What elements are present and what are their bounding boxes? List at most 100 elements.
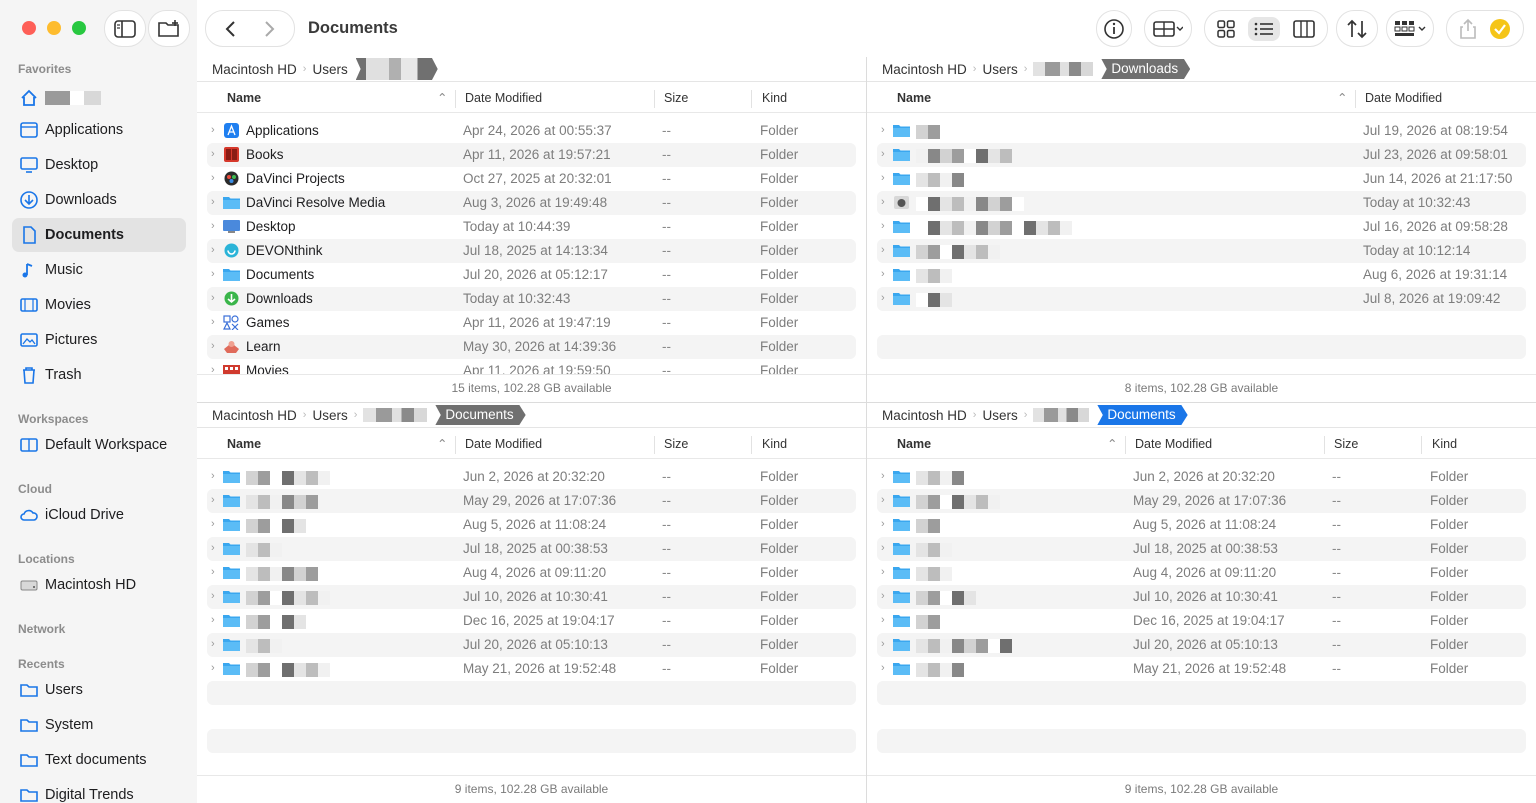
table-row[interactable]: › Learn May 30, 2026 at 14:39:36 -- Folder <box>207 335 856 359</box>
disclosure-chevron-icon[interactable]: › <box>211 292 215 304</box>
disclosure-chevron-icon[interactable]: › <box>881 124 885 136</box>
table-row[interactable]: › Desktop Today at 10:44:39 -- Folder <box>207 215 856 239</box>
sidebar-item-downloads[interactable]: Downloads <box>12 183 186 217</box>
sort-button[interactable] <box>1336 10 1378 47</box>
crumb-documents-active[interactable]: Documents <box>435 405 526 425</box>
disclosure-chevron-icon[interactable]: › <box>211 590 215 602</box>
new-folder-button[interactable] <box>148 10 190 47</box>
zoom-window-button[interactable] <box>72 21 86 35</box>
minimize-window-button[interactable] <box>47 21 61 35</box>
table-row[interactable]: › Today at 10:32:43 <box>877 191 1526 215</box>
disclosure-chevron-icon[interactable]: › <box>211 268 215 280</box>
disclosure-chevron-icon[interactable]: › <box>211 124 215 136</box>
disclosure-chevron-icon[interactable]: › <box>211 566 215 578</box>
toggle-sidebar-button[interactable] <box>104 10 146 47</box>
table-row[interactable]: › Jul 20, 2026 at 05:10:13 -- Folder <box>877 633 1526 657</box>
disclosure-chevron-icon[interactable]: › <box>881 662 885 674</box>
crumb-macintosh-hd[interactable]: Macintosh HD <box>212 62 297 77</box>
disclosure-chevron-icon[interactable]: › <box>881 542 885 554</box>
disclosure-chevron-icon[interactable]: › <box>211 244 215 256</box>
table-row[interactable]: › Jul 18, 2025 at 00:38:53 -- Folder <box>877 537 1526 561</box>
column-header-kind[interactable]: Kind <box>1432 437 1457 451</box>
disclosure-chevron-icon[interactable]: › <box>211 662 215 674</box>
sidebar-item-recent-digital-trends[interactable]: Digital Trends <box>12 778 186 803</box>
icon-view-icon[interactable] <box>1217 19 1236 38</box>
column-header-date[interactable]: Date Modified <box>1135 437 1212 451</box>
table-row[interactable]: › DEVONthink Jul 18, 2025 at 14:13:34 -- Fol… <box>207 239 856 263</box>
column-header-date[interactable]: Date Modified <box>1365 91 1442 105</box>
crumb-downloads-active[interactable]: Downloads <box>1101 59 1191 79</box>
disclosure-chevron-icon[interactable]: › <box>881 244 885 256</box>
disclosure-chevron-icon[interactable]: › <box>881 518 885 530</box>
sidebar-item-icloud-drive[interactable]: iCloud Drive <box>12 498 186 532</box>
column-header-size[interactable]: Size <box>664 91 688 105</box>
back-icon[interactable] <box>224 20 238 38</box>
table-row[interactable]: › Aug 5, 2026 at 11:08:24 -- Folder <box>207 513 856 537</box>
disclosure-chevron-icon[interactable]: › <box>211 220 215 232</box>
vertical-pane-divider[interactable] <box>866 57 867 803</box>
table-row[interactable]: › Jun 2, 2026 at 20:32:20 -- Folder <box>207 465 856 489</box>
verified-badge-icon[interactable] <box>1489 18 1511 40</box>
column-view-icon[interactable] <box>1292 19 1315 38</box>
crumb-macintosh-hd[interactable]: Macintosh HD <box>882 62 967 77</box>
table-row[interactable]: › Jul 23, 2026 at 09:58:01 <box>877 143 1526 167</box>
column-header-kind[interactable]: Kind <box>762 437 787 451</box>
layout-menu-button[interactable] <box>1144 10 1192 47</box>
list-view-selected[interactable] <box>1247 16 1280 41</box>
disclosure-chevron-icon[interactable]: › <box>881 590 885 602</box>
horizontal-pane-divider[interactable] <box>197 402 1536 403</box>
disclosure-chevron-icon[interactable]: › <box>211 614 215 626</box>
column-header-size[interactable]: Size <box>664 437 688 451</box>
disclosure-chevron-icon[interactable]: › <box>211 494 215 506</box>
table-row[interactable]: › Dec 16, 2025 at 19:04:17 -- Folder <box>207 609 856 633</box>
column-header-name[interactable]: Name <box>897 91 931 105</box>
table-row[interactable]: › Jul 8, 2026 at 19:09:42 <box>877 287 1526 311</box>
crumb-users[interactable]: Users <box>982 408 1017 423</box>
sidebar-item-macintosh-hd[interactable]: Macintosh HD <box>12 568 186 602</box>
disclosure-chevron-icon[interactable]: › <box>881 494 885 506</box>
table-row[interactable]: › May 21, 2026 at 19:52:48 -- Folder <box>877 657 1526 681</box>
table-row[interactable]: › Books Apr 11, 2026 at 19:57:21 -- Folder <box>207 143 856 167</box>
crumb-users[interactable]: Users <box>982 62 1017 77</box>
disclosure-chevron-icon[interactable]: › <box>211 148 215 160</box>
table-row[interactable]: › Games Apr 11, 2026 at 19:47:19 -- Folder <box>207 311 856 335</box>
disclosure-chevron-icon[interactable]: › <box>881 220 885 232</box>
column-header-date[interactable]: Date Modified <box>465 91 542 105</box>
crumb-user-blurred[interactable] <box>1033 62 1094 76</box>
crumb-macintosh-hd[interactable]: Macintosh HD <box>212 408 297 423</box>
column-header-name[interactable]: Name <box>897 437 931 451</box>
table-row[interactable]: › Jul 16, 2026 at 09:58:28 <box>877 215 1526 239</box>
table-row[interactable]: › DaVinci Projects Oct 27, 2025 at 20:32:0… <box>207 167 856 191</box>
column-header-kind[interactable]: Kind <box>762 91 787 105</box>
disclosure-chevron-icon[interactable]: › <box>881 638 885 650</box>
sidebar-item-recent-text-documents[interactable]: Text documents <box>12 743 186 777</box>
table-row[interactable]: › Dec 16, 2025 at 19:04:17 -- Folder <box>877 609 1526 633</box>
crumb-macintosh-hd[interactable]: Macintosh HD <box>882 408 967 423</box>
crumb-users[interactable]: Users <box>312 408 347 423</box>
disclosure-chevron-icon[interactable]: › <box>211 196 215 208</box>
disclosure-chevron-icon[interactable]: › <box>881 172 885 184</box>
table-row[interactable]: › Jun 14, 2026 at 21:17:50 <box>877 167 1526 191</box>
sidebar-item-recent-users[interactable]: Users <box>12 673 186 707</box>
disclosure-chevron-icon[interactable]: › <box>211 172 215 184</box>
table-row[interactable]: › Aug 4, 2026 at 09:11:20 -- Folder <box>207 561 856 585</box>
column-header-size[interactable]: Size <box>1334 437 1358 451</box>
sidebar-item-home[interactable] <box>12 81 186 115</box>
table-row[interactable]: › May 21, 2026 at 19:52:48 -- Folder <box>207 657 856 681</box>
disclosure-chevron-icon[interactable]: › <box>881 148 885 160</box>
sidebar-item-desktop[interactable]: Desktop <box>12 148 186 182</box>
disclosure-chevron-icon[interactable]: › <box>211 518 215 530</box>
disclosure-chevron-icon[interactable]: › <box>211 542 215 554</box>
disclosure-chevron-icon[interactable]: › <box>881 292 885 304</box>
column-header-name[interactable]: Name <box>227 91 261 105</box>
sidebar-item-trash[interactable]: Trash <box>12 358 186 392</box>
crumb-documents-active[interactable]: Documents <box>1097 405 1188 425</box>
forward-icon[interactable] <box>262 20 276 38</box>
column-header-name[interactable]: Name <box>227 437 261 451</box>
close-window-button[interactable] <box>22 21 36 35</box>
sidebar-item-recent-system[interactable]: System <box>12 708 186 742</box>
disclosure-chevron-icon[interactable]: › <box>211 470 215 482</box>
table-row[interactable]: › Aug 5, 2026 at 11:08:24 -- Folder <box>877 513 1526 537</box>
share-icon[interactable] <box>1459 18 1477 40</box>
table-row[interactable]: › Applications Apr 24, 2026 at 00:55:37 -- F… <box>207 119 856 143</box>
